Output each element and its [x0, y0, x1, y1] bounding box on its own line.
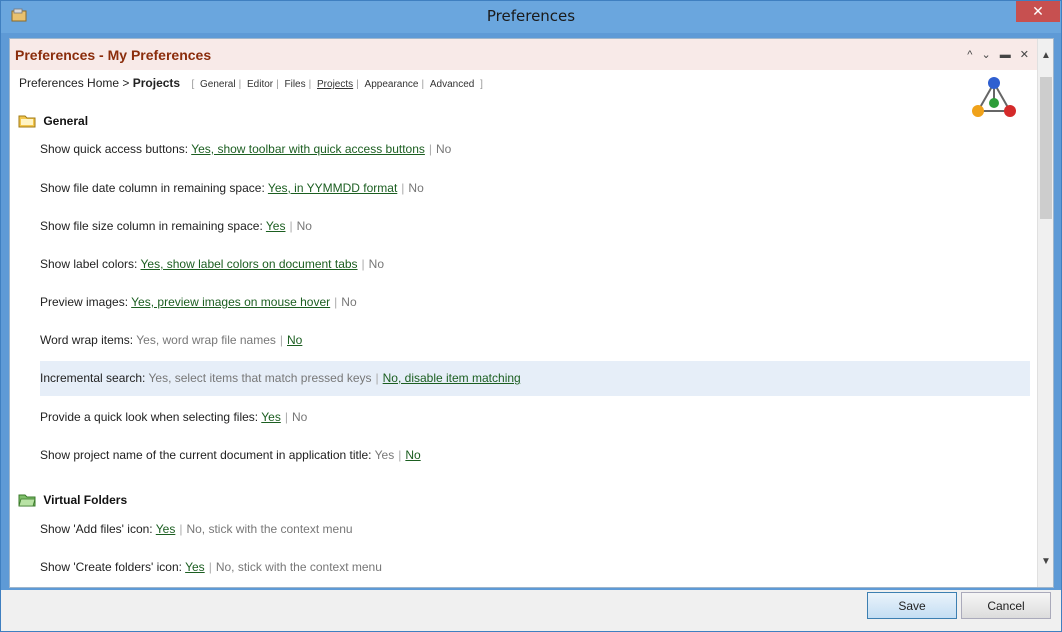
- breadcrumb-separator: >: [122, 76, 130, 90]
- subnav-link-projects[interactable]: Projects: [314, 79, 356, 90]
- subnav-divider: |: [421, 79, 425, 90]
- option-yes-link[interactable]: Yes: [185, 560, 205, 574]
- page-title: Preferences - My Preferences: [15, 47, 212, 63]
- option-no-link[interactable]: No, disable item matching: [383, 371, 521, 385]
- option-no-link[interactable]: No: [405, 448, 420, 462]
- subnav-link-editor[interactable]: Editor: [244, 79, 276, 90]
- subnav-divider: |: [308, 79, 312, 90]
- section-virtual-folders: Virtual Folders: [18, 492, 127, 507]
- option-yes-link[interactable]: Yes: [266, 219, 286, 233]
- option-no-link[interactable]: No: [341, 295, 356, 309]
- subnav-bracket-open: [: [191, 79, 195, 90]
- option-row: Show 'Create folders' icon: Yes | No, stic…: [40, 550, 1030, 585]
- option-yes-link[interactable]: Yes: [156, 522, 176, 536]
- breadcrumb-home-link[interactable]: Preferences Home: [19, 76, 119, 90]
- option-label: Word wrap items:: [40, 333, 134, 347]
- option-row: Show file date column in remaining space…: [40, 171, 1030, 206]
- option-label: Show quick access buttons:: [40, 142, 189, 156]
- option-no-link[interactable]: No, stick with the context menu: [186, 522, 352, 536]
- option-label: Show 'Add files' icon:: [40, 522, 153, 536]
- option-no-link[interactable]: No: [287, 333, 302, 347]
- scroll-up-icon[interactable]: ▲: [1038, 47, 1054, 65]
- breadcrumb-current: Projects: [132, 76, 181, 90]
- scroll-down-icon[interactable]: ▼: [1038, 553, 1054, 571]
- section-general-title: General: [43, 114, 89, 128]
- option-yes-link[interactable]: Yes, show toolbar with quick access butt…: [191, 142, 425, 156]
- option-divider: |: [208, 560, 212, 574]
- option-yes-link[interactable]: Yes, show label colors on document tabs: [141, 257, 358, 271]
- option-no-link[interactable]: No, stick with the context menu: [216, 560, 382, 574]
- option-label: Show project name of the current documen…: [40, 448, 372, 462]
- cancel-button[interactable]: Cancel: [961, 592, 1051, 619]
- option-yes-link[interactable]: Yes: [261, 410, 281, 424]
- option-yes-link[interactable]: Yes, word wrap file names: [136, 333, 276, 347]
- preferences-header: Preferences - My Preferences ^ ⌄ ▬ ✕: [10, 39, 1038, 70]
- option-label: Show label colors:: [40, 257, 138, 271]
- scrollbar-thumb[interactable]: [1040, 77, 1052, 219]
- option-row: Word wrap items: Yes, word wrap file nam…: [40, 323, 1030, 358]
- section-general: General: [18, 113, 88, 128]
- option-yes-link[interactable]: Yes, preview images on mouse hover: [131, 295, 330, 309]
- subnav-divider: |: [238, 79, 242, 90]
- option-divider: |: [279, 333, 284, 347]
- save-button[interactable]: Save: [867, 592, 957, 619]
- subnav-link-advanced[interactable]: Advanced: [427, 79, 477, 90]
- option-divider: |: [284, 410, 288, 424]
- option-row: Show 'Add files' icon: Yes | No, stick wit…: [40, 512, 1030, 547]
- subnav-link-appearance[interactable]: Appearance: [362, 79, 422, 90]
- option-no-link[interactable]: No: [436, 142, 451, 156]
- option-label: Preview images:: [40, 295, 129, 309]
- preferences-window: Preferences ✕ Preferences - My Preferenc…: [0, 0, 1062, 632]
- option-divider: |: [375, 371, 379, 385]
- option-row: Show label colors: Yes, show label color…: [40, 247, 1030, 282]
- option-divider: |: [334, 295, 338, 309]
- subnav-link-files[interactable]: Files: [282, 79, 309, 90]
- option-row: Show project name of the current documen…: [40, 438, 1030, 473]
- option-row-highlighted: Incremental search: Yes, select items th…: [40, 361, 1030, 396]
- molecule-logo-icon: [972, 77, 1016, 117]
- option-no-link[interactable]: No: [297, 219, 312, 233]
- dialog-footer: Save Cancel: [1, 590, 1061, 631]
- window-title: Preferences: [486, 7, 576, 25]
- option-yes-link[interactable]: Yes: [375, 448, 395, 462]
- option-yes-link[interactable]: Yes, in YYMMDD format: [268, 181, 397, 195]
- subnav-divider: |: [276, 79, 279, 90]
- close-window-button[interactable]: ✕: [1016, 1, 1060, 22]
- option-label: Show file date column in remaining space…: [40, 181, 265, 195]
- folder-open-icon: [18, 494, 36, 507]
- option-row: Show file size column in remaining space…: [40, 209, 1030, 244]
- title-bar[interactable]: Preferences ✕: [1, 1, 1061, 33]
- option-yes-link[interactable]: Yes, select items that match pressed key…: [149, 371, 372, 385]
- subnav-link-general[interactable]: General: [197, 79, 239, 90]
- vertical-scrollbar[interactable]: ▲ ▼: [1037, 39, 1053, 587]
- option-divider: |: [398, 448, 402, 462]
- folder-icon: [18, 115, 36, 128]
- option-no-link[interactable]: No: [292, 410, 307, 424]
- option-divider: |: [361, 257, 365, 271]
- subnav-divider: |: [356, 79, 359, 90]
- option-label: Provide a quick look when selecting file…: [40, 410, 259, 424]
- section-virtual-folders-title: Virtual Folders: [43, 493, 128, 507]
- preferences-panel: Preferences - My Preferences ^ ⌄ ▬ ✕ Pre…: [9, 38, 1054, 588]
- option-no-link[interactable]: No: [408, 181, 423, 195]
- option-label: Incremental search:: [40, 371, 146, 385]
- option-row: Show quick access buttons: Yes, show too…: [40, 132, 1030, 167]
- option-row: Provide a quick look when selecting file…: [40, 400, 1030, 435]
- option-label: Show file size column in remaining space…: [40, 219, 263, 233]
- option-divider: |: [401, 181, 405, 195]
- option-divider: |: [179, 522, 183, 536]
- option-no-link[interactable]: No: [369, 257, 384, 271]
- option-row: Preview images: Yes, preview images on m…: [40, 285, 1030, 320]
- breadcrumb: Preferences Home > Projects [ General | E…: [19, 76, 483, 90]
- option-divider: |: [428, 142, 433, 156]
- option-divider: |: [289, 219, 293, 233]
- subnav-bracket-close: ]: [480, 79, 483, 90]
- header-controls-icon[interactable]: ^ ⌄ ▬ ✕: [967, 48, 1032, 61]
- option-label: Show 'Create folders' icon:: [40, 560, 182, 574]
- subnav: [ General | Editor | Files | Projects | Appe…: [191, 79, 482, 90]
